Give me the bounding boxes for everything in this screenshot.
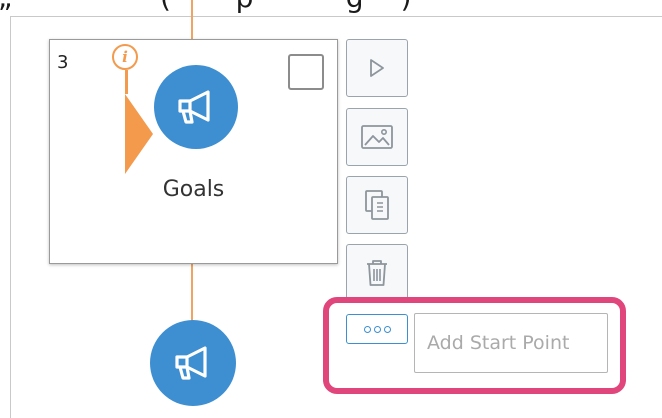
info-icon[interactable]: i bbox=[112, 44, 138, 70]
delete-button[interactable] bbox=[346, 244, 408, 302]
connector-line-top bbox=[191, 0, 193, 39]
next-step-icon-circle[interactable] bbox=[150, 320, 236, 406]
step-card[interactable]: 3 i Goals bbox=[49, 39, 338, 264]
megaphone-icon bbox=[175, 346, 207, 380]
copy-button[interactable] bbox=[346, 176, 408, 234]
image-icon bbox=[361, 125, 393, 149]
more-icon bbox=[362, 325, 392, 333]
megaphone-icon bbox=[178, 90, 210, 124]
entry-arrow-icon bbox=[125, 94, 153, 174]
image-button[interactable] bbox=[346, 108, 408, 166]
play-icon bbox=[370, 59, 384, 77]
workflow-canvas: „ ( p g ) 3 i Goals bbox=[0, 0, 662, 418]
connector-line-bottom bbox=[191, 264, 193, 326]
copy-icon bbox=[365, 190, 389, 220]
trash-icon bbox=[367, 260, 387, 286]
step-number: 3 bbox=[57, 52, 69, 73]
step-label: Goals bbox=[162, 177, 225, 202]
more-options-button[interactable] bbox=[346, 314, 408, 344]
cropped-heading-text: „ ( p g ) bbox=[0, 0, 412, 14]
add-start-point-input[interactable] bbox=[414, 313, 608, 373]
step-icon-circle[interactable] bbox=[154, 65, 238, 149]
play-button[interactable] bbox=[346, 39, 408, 97]
entry-marker-stem bbox=[125, 70, 128, 94]
step-select-checkbox[interactable] bbox=[288, 54, 324, 90]
